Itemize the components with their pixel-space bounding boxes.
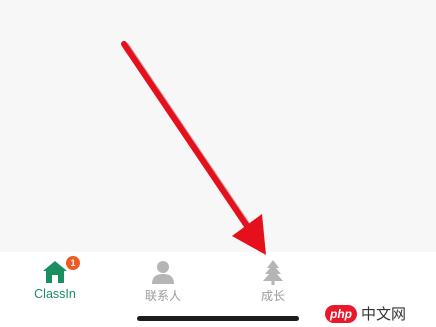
content-area	[0, 0, 436, 252]
tree-icon	[263, 260, 283, 285]
tab-classin[interactable]: 1 ClassIn	[0, 252, 110, 327]
php-cn-watermark: php 中文网	[325, 303, 433, 325]
watermark-text: 中文网	[361, 305, 407, 323]
notification-badge: 1	[66, 256, 80, 270]
home-indicator	[137, 316, 299, 321]
tab-label-growth: 成长	[260, 289, 285, 303]
person-icon	[152, 261, 174, 284]
tab-label-classin: ClassIn	[34, 287, 76, 301]
home-icon	[43, 261, 67, 283]
tab-label-contacts: 联系人	[144, 289, 181, 303]
watermark-logo: php	[325, 305, 357, 323]
